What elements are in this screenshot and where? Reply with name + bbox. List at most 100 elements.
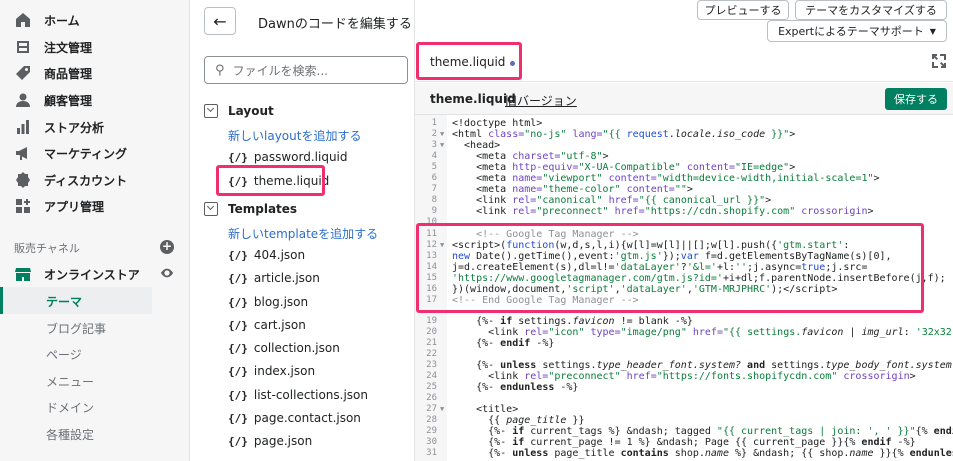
liquid-file-icon: {/}: [228, 341, 248, 355]
discounts-icon: [14, 171, 32, 189]
liquid-file-icon: {/}: [228, 388, 248, 402]
nav-analytics[interactable]: ストア分析: [14, 116, 104, 138]
code-line: {%- if current_tags %} &ndash; tagged "{…: [452, 426, 953, 437]
liquid-file-icon: {/}: [228, 295, 248, 309]
code-line: <title>: [452, 404, 519, 415]
sub-item-blog[interactable]: ブログ記事: [46, 320, 106, 337]
back-button[interactable]: ←: [204, 7, 236, 35]
code-line: <link rel="icon" type="image/png" href="…: [452, 327, 953, 338]
line-number: 6: [431, 173, 437, 183]
fold-caret-icon[interactable]: ▼: [440, 141, 444, 149]
nav-label: ディスカウント: [44, 173, 128, 188]
fold-caret-icon[interactable]: ▼: [440, 405, 444, 413]
line-number: 2: [431, 129, 437, 139]
nav-label: アプリ管理: [44, 199, 105, 214]
fold-caret-icon[interactable]: ▼: [440, 130, 444, 138]
file-item[interactable]: {/} blog.json: [228, 295, 308, 309]
nav-home[interactable]: ホーム: [14, 9, 80, 31]
folder-expand-icon: [204, 202, 218, 216]
file-label: blog.json: [253, 295, 309, 309]
file-item[interactable]: {/} password.liquid: [228, 150, 348, 164]
old-version-link[interactable]: 旧バージョン: [505, 92, 577, 109]
file-item[interactable]: {/} article.json: [228, 271, 320, 285]
home-icon: [14, 11, 32, 29]
nav-customers[interactable]: 顧客管理: [14, 89, 92, 111]
file-header: theme.liquid 旧バージョン 保存する: [415, 83, 953, 115]
code-line: {%- unless page_title contains shop.name…: [452, 448, 953, 459]
line-number: 8: [431, 195, 437, 205]
code-line: <link rel="canonical" href="{{ canonical…: [452, 195, 772, 206]
save-button[interactable]: 保存する: [885, 88, 947, 110]
folder-label: Layout: [228, 104, 274, 118]
file-item[interactable]: {/} index.json: [228, 364, 315, 378]
line-number: 28: [426, 415, 437, 425]
nav-orders[interactable]: 注文管理: [14, 36, 92, 58]
sub-item-pages[interactable]: ページ: [46, 346, 82, 363]
analytics-icon: [14, 118, 32, 136]
liquid-file-icon: {/}: [228, 271, 248, 285]
line-number: 7: [431, 184, 437, 194]
code-line: {%- if settings.favicon != blank -%}: [452, 316, 693, 327]
sub-item-themes[interactable]: テーマ: [46, 293, 82, 310]
store-icon: [14, 265, 32, 283]
line-number: 26: [426, 393, 437, 403]
nav-label: マーケティング: [44, 146, 128, 161]
customize-theme-button[interactable]: テーマをカスタマイズする: [795, 0, 947, 20]
code-line: {{ page_title }}: [452, 415, 585, 426]
file-label: password.liquid: [253, 150, 348, 164]
folder-templates[interactable]: Templates: [204, 202, 297, 216]
sub-item-domains[interactable]: ドメイン: [46, 399, 94, 416]
line-number: 29: [426, 426, 437, 436]
nav-discounts[interactable]: ディスカウント: [14, 169, 127, 191]
add-channel-icon[interactable]: +: [160, 240, 174, 254]
file-item[interactable]: {/} cart.json: [228, 318, 306, 332]
sub-item-menus[interactable]: メニュー: [46, 373, 94, 390]
expand-icon[interactable]: [931, 53, 947, 69]
nav-label: 注文管理: [44, 40, 93, 55]
code-line: <html class="no-js" lang="{{ request.loc…: [452, 129, 796, 140]
file-search-input[interactable]: ⚲ ファイルを検索...: [204, 56, 408, 84]
nav-online-store[interactable]: オンラインストア: [14, 263, 140, 285]
nav-label: ストア分析: [44, 120, 105, 135]
file-item[interactable]: {/} page.contact.json: [228, 411, 361, 425]
line-number: 21: [426, 338, 437, 348]
sub-item-settings[interactable]: 各種設定: [46, 426, 94, 443]
preview-button[interactable]: プレビューする: [697, 0, 789, 20]
nav-label: 商品管理: [44, 66, 93, 81]
expert-support-button[interactable]: Expertによるテーマサポート ▼: [767, 20, 947, 42]
folder-layout[interactable]: Layout: [204, 104, 274, 118]
line-number: 19: [426, 316, 437, 326]
file-item[interactable]: {/} 404.json: [228, 248, 305, 262]
liquid-file-icon: {/}: [228, 434, 248, 448]
code-line: {%- endif -%}: [452, 338, 555, 349]
line-number: 4: [431, 151, 437, 161]
line-number: 31: [426, 448, 437, 458]
nav-marketing[interactable]: マーケティング: [14, 142, 127, 164]
liquid-file-icon: {/}: [228, 411, 248, 425]
file-label: page.contact.json: [253, 411, 361, 425]
file-item[interactable]: {/} collection.json: [228, 341, 340, 355]
file-item[interactable]: {/} list-collections.json: [228, 388, 368, 402]
line-number: 1: [431, 118, 437, 128]
add-layout-link[interactable]: 新しいlayoutを追加する: [228, 127, 361, 144]
file-label: collection.json: [253, 341, 340, 355]
marketing-icon: [14, 144, 32, 162]
nav-apps[interactable]: アプリ管理: [14, 195, 104, 217]
line-number: 22: [426, 349, 437, 359]
arrow-left-icon: ←: [213, 11, 227, 31]
apps-icon: [14, 197, 32, 215]
liquid-file-icon: {/}: [228, 248, 248, 262]
file-label: list-collections.json: [253, 388, 369, 402]
page-title: Dawnのコードを編集する: [258, 17, 412, 32]
nav-products[interactable]: 商品管理: [14, 62, 92, 84]
liquid-file-icon: {/}: [228, 318, 248, 332]
liquid-file-icon: {/}: [228, 364, 248, 378]
file-item[interactable]: {/} page.json: [228, 434, 312, 448]
add-template-link[interactable]: 新しいtemplateを追加する: [228, 225, 378, 242]
eye-icon[interactable]: [160, 266, 174, 280]
line-number: 9: [431, 206, 437, 216]
code-line: <head>: [452, 140, 501, 151]
highlight-box: [416, 223, 924, 313]
code-line: <meta http-equiv="X-UA-Compatible" conte…: [452, 162, 796, 173]
customers-icon: [14, 91, 32, 109]
